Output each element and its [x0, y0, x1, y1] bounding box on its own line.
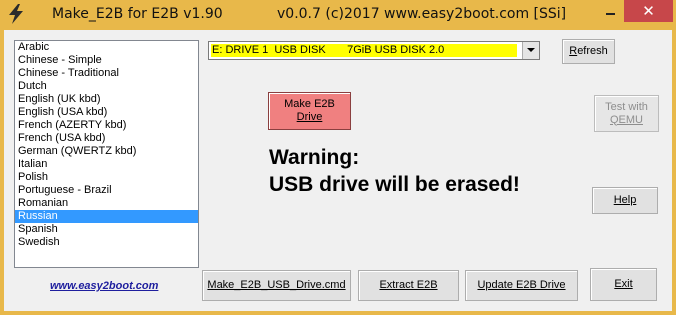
language-item[interactable]: Italian: [15, 158, 198, 171]
language-item[interactable]: Arabic: [15, 41, 198, 54]
minimize-button[interactable]: [597, 0, 623, 22]
warning-title: Warning:: [269, 146, 360, 169]
language-item[interactable]: Chinese - Traditional: [15, 67, 198, 80]
make-e2b-drive-label: Make E2B Drive: [284, 98, 335, 124]
language-item[interactable]: Polish: [15, 171, 198, 184]
make-e2b-usb-drive-cmd-button[interactable]: Make_E2B_USB_Drive.cmd: [202, 270, 351, 301]
make-e2b-drive-button[interactable]: Make E2B Drive: [268, 92, 351, 130]
version-text: v0.0.7 (c)2017 www.easy2boot.com [SSi]: [277, 6, 567, 22]
refresh-button-label: Refresh: [569, 45, 608, 57]
client-area: Arabic Chinese - Simple Chinese - Traditio…: [4, 30, 672, 311]
help-button-label: Help: [613, 194, 637, 206]
cmd-button-label: Make_E2B_USB_Drive.cmd: [207, 279, 346, 291]
language-item[interactable]: Swedish: [15, 236, 198, 249]
drive-select-value: E: DRIVE 1 USB DISK 7GiB USB DISK 2.0: [212, 44, 445, 56]
chevron-down-icon[interactable]: [522, 42, 539, 59]
test-with-qemu-button[interactable]: Test with QEMU: [594, 95, 659, 132]
update-e2b-drive-button[interactable]: Update E2B Drive: [465, 270, 578, 301]
extract-button-label: Extract E2B: [379, 279, 438, 291]
update-button-label: Update E2B Drive: [477, 279, 566, 291]
help-button[interactable]: Help: [592, 187, 658, 214]
language-item[interactable]: Dutch: [15, 80, 198, 93]
test-with-qemu-label: Test with QEMU: [605, 101, 648, 127]
warning-message: Warning: USB drive will be erased!: [269, 144, 520, 198]
language-item[interactable]: Russian: [15, 210, 198, 223]
drive-select[interactable]: E: DRIVE 1 USB DISK 7GiB USB DISK 2.0: [208, 41, 540, 60]
make-e2b-drive-line2: Drive: [296, 111, 323, 123]
language-list[interactable]: Arabic Chinese - Simple Chinese - Traditio…: [14, 40, 199, 268]
app-window: Make_E2B for E2B v1.90 v0.0.7 (c)2017 ww…: [0, 0, 676, 315]
window-title: Make_E2B for E2B v1.90: [52, 6, 223, 22]
language-item[interactable]: French (USA kbd): [15, 132, 198, 145]
extract-e2b-button[interactable]: Extract E2B: [358, 270, 459, 301]
title-bar[interactable]: Make_E2B for E2B v1.90 v0.0.7 (c)2017 ww…: [0, 0, 676, 30]
test-with-qemu-line2: QEMU: [609, 113, 643, 126]
test-with-qemu-line1: Test with: [605, 100, 648, 113]
website-link[interactable]: www.easy2boot.com: [50, 280, 158, 292]
close-button[interactable]: ✕: [624, 0, 673, 22]
exit-button[interactable]: Exit: [590, 268, 657, 301]
language-item[interactable]: English (UK kbd): [15, 93, 198, 106]
warning-text: USB drive will be erased!: [269, 173, 520, 196]
refresh-button[interactable]: Refresh: [562, 39, 615, 64]
make-e2b-drive-line1: Make E2B: [284, 98, 335, 110]
language-item[interactable]: German (QWERTZ kbd): [15, 145, 198, 158]
language-item[interactable]: Romanian: [15, 197, 198, 210]
exit-button-label: Exit: [614, 278, 633, 290]
language-item[interactable]: Chinese - Simple: [15, 54, 198, 67]
language-item[interactable]: Spanish: [15, 223, 198, 236]
close-icon: ✕: [642, 2, 655, 20]
lightning-icon: [9, 4, 23, 24]
language-item[interactable]: French (AZERTY kbd): [15, 119, 198, 132]
language-item[interactable]: Portuguese - Brazil: [15, 184, 198, 197]
language-item[interactable]: English (USA kbd): [15, 106, 198, 119]
